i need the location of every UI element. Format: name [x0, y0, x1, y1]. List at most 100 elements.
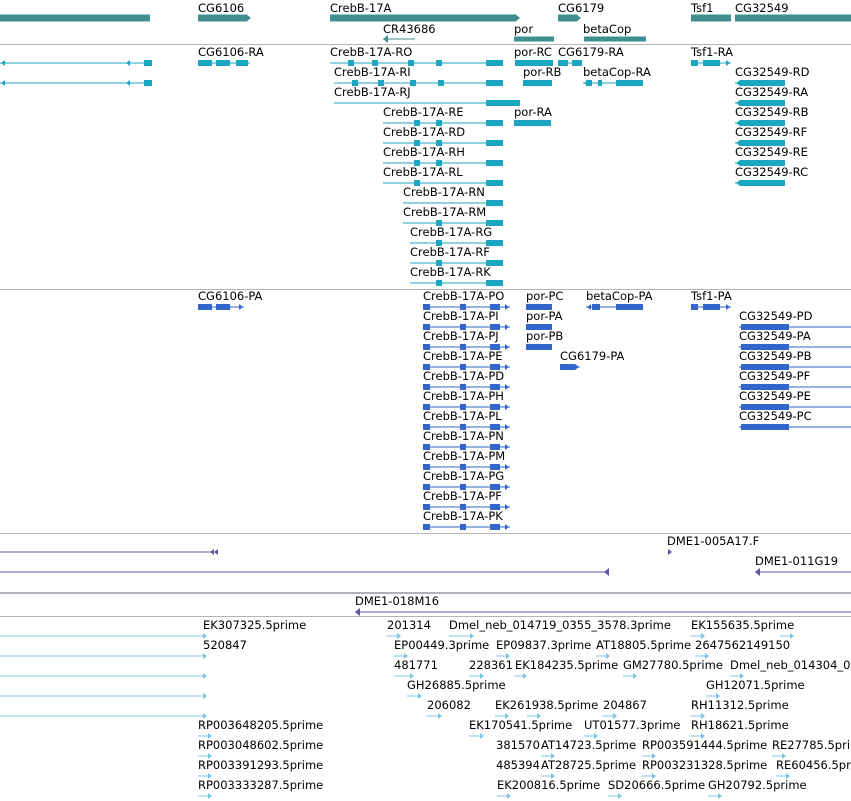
transcript-exon[interactable]: [144, 80, 152, 86]
protein-exon[interactable]: [216, 304, 230, 310]
est-line[interactable]: [730, 675, 740, 677]
transcript-exon[interactable]: [691, 60, 698, 66]
gene-label[interactable]: CG32549: [735, 2, 789, 15]
gene-arrow[interactable]: [576, 14, 581, 22]
bac-line[interactable]: [0, 551, 212, 553]
est-arrow[interactable]: [418, 693, 422, 699]
protein-label[interactable]: CrebB-17A-PF: [423, 490, 502, 503]
est-label[interactable]: RP003648205.5prime: [198, 719, 323, 732]
gene-bar[interactable]: [198, 14, 246, 22]
transcript-label[interactable]: CG32549-RA: [735, 86, 808, 99]
est-line[interactable]: [198, 795, 208, 797]
protein-exon[interactable]: [592, 304, 600, 310]
bac-label[interactable]: DME1-005A17.F: [667, 535, 759, 548]
est-line[interactable]: [0, 715, 203, 717]
est-line[interactable]: [772, 755, 782, 757]
transcript-intron[interactable]: [383, 182, 503, 184]
transcript-label[interactable]: CrebB-17A-RG: [410, 226, 492, 239]
est-label[interactable]: Dmel_neb_014719_0355_3578.3prime: [449, 619, 671, 632]
gene-bar[interactable]: [691, 14, 731, 22]
gene-arrow[interactable]: [515, 14, 520, 22]
protein-label[interactable]: por-PC: [526, 290, 563, 303]
est-arrow[interactable]: [208, 793, 212, 799]
protein-exon[interactable]: [741, 424, 789, 430]
protein-arrow[interactable]: [505, 424, 509, 430]
bac-arrow[interactable]: [668, 549, 672, 555]
gene-label[interactable]: betaCop: [583, 23, 631, 36]
protein-label[interactable]: CG32549-PB: [739, 350, 812, 363]
est-line[interactable]: [642, 775, 652, 777]
protein-arrow[interactable]: [505, 304, 509, 310]
est-line[interactable]: [695, 655, 705, 657]
gene-label[interactable]: CR43686: [383, 23, 436, 36]
transcript-label[interactable]: CG6179-RA: [558, 46, 624, 59]
transcript-exon[interactable]: [616, 80, 643, 86]
transcript-arrow[interactable]: [126, 60, 130, 66]
protein-label[interactable]: CG6106-PA: [198, 290, 262, 303]
est-line[interactable]: [394, 675, 410, 677]
transcript-label[interactable]: CrebB-17A-RE: [383, 106, 464, 119]
est-arrow[interactable]: [438, 713, 442, 719]
protein-label[interactable]: CrebB-17A-PM: [423, 450, 505, 463]
transcript-label[interactable]: CrebB-17A-RM: [403, 206, 486, 219]
gene-bar[interactable]: [584, 36, 646, 42]
est-line[interactable]: [449, 635, 470, 637]
est-label[interactable]: 520847: [203, 639, 247, 652]
gene-bar[interactable]: [558, 14, 576, 22]
est-arrow[interactable]: [523, 673, 527, 679]
est-arrow[interactable]: [790, 633, 794, 639]
est-label[interactable]: EK155635.5prime: [691, 619, 794, 632]
gene-label[interactable]: CG6179: [558, 2, 604, 15]
est-arrow[interactable]: [507, 793, 511, 799]
transcript-label[interactable]: CrebB-17A-RK: [410, 266, 491, 279]
est-label[interactable]: 201314: [387, 619, 431, 632]
gene-arrow[interactable]: [383, 35, 388, 43]
protein-label[interactable]: CrebB-17A-PL: [423, 410, 502, 423]
transcript-label[interactable]: CrebB-17A-RH: [383, 146, 465, 159]
protein-exon[interactable]: [423, 524, 430, 530]
transcript-label[interactable]: por-RB: [523, 66, 561, 79]
est-label[interactable]: EP09837.3prime: [496, 639, 591, 652]
bac-arrow[interactable]: [214, 549, 218, 555]
transcript-label[interactable]: por-RA: [514, 106, 552, 119]
est-label[interactable]: AT14723.5prime: [541, 739, 636, 752]
est-label[interactable]: 485394: [496, 759, 540, 772]
transcript-arrow[interactable]: [1, 80, 5, 86]
est-line[interactable]: [0, 695, 203, 697]
est-line[interactable]: [596, 655, 606, 657]
est-label[interactable]: 206082: [427, 699, 471, 712]
protein-exon[interactable]: [460, 524, 466, 530]
est-label[interactable]: EK307325.5prime: [203, 619, 306, 632]
est-line[interactable]: [691, 635, 701, 637]
transcript-label[interactable]: CG32549-RB: [735, 106, 809, 119]
protein-arrow[interactable]: [575, 364, 579, 370]
est-line[interactable]: [469, 675, 480, 677]
gene-arrow[interactable]: [246, 14, 251, 22]
bac-arrow[interactable]: [210, 549, 214, 555]
transcript-label[interactable]: Tsf1-RA: [691, 46, 733, 59]
transcript-exon[interactable]: [216, 60, 230, 66]
est-line[interactable]: [495, 715, 505, 717]
est-label[interactable]: EK184235.5prime: [515, 659, 618, 672]
est-line[interactable]: [0, 635, 203, 637]
est-arrow[interactable]: [203, 693, 207, 699]
protein-label[interactable]: CrebB-17A-PK: [423, 510, 503, 523]
protein-label[interactable]: CrebB-17A-PI: [423, 310, 499, 323]
bac-line[interactable]: [755, 571, 851, 573]
gene-label[interactable]: por: [514, 23, 533, 36]
transcript-label[interactable]: CrebB-17A-RN: [403, 186, 485, 199]
protein-exon[interactable]: [560, 364, 575, 370]
est-label[interactable]: RP003391293.5prime: [198, 759, 323, 772]
est-line[interactable]: [407, 695, 418, 697]
transcript-arrow[interactable]: [1, 60, 5, 66]
est-label[interactable]: Dmel_neb_014304_0: [730, 659, 850, 672]
est-line[interactable]: [198, 735, 208, 737]
est-arrow[interactable]: [203, 653, 207, 659]
protein-label[interactable]: CG32549-PD: [739, 310, 812, 323]
transcript-label[interactable]: CrebB-17A-RF: [410, 246, 490, 259]
transcript-label[interactable]: CrebB-17A-RL: [383, 166, 463, 179]
protein-exon[interactable]: [198, 304, 212, 310]
est-label[interactable]: EK200816.5prime: [497, 779, 600, 792]
est-label[interactable]: EK170541.5prime: [469, 719, 572, 732]
est-label[interactable]: 228361: [469, 659, 513, 672]
